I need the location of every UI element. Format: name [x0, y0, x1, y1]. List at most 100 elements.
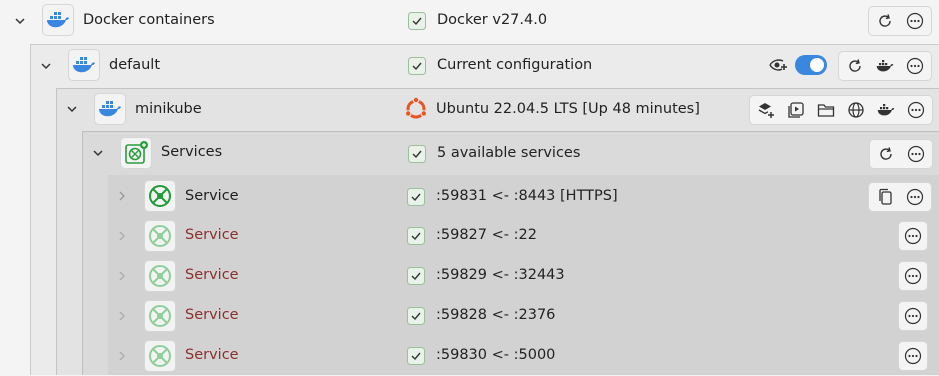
chevron-down-icon[interactable]	[39, 59, 53, 73]
more-icon	[906, 12, 924, 30]
refresh-icon	[849, 59, 861, 72]
minikube-label: minikube	[135, 101, 202, 117]
docker-containers-row[interactable]: Docker containers Docker v27.4.0	[0, 0, 939, 40]
chevron-right-icon[interactable]	[115, 269, 129, 283]
refresh-button[interactable]	[874, 142, 898, 166]
check-icon	[408, 145, 426, 163]
docker-whale-icon	[876, 60, 894, 72]
service-row[interactable]: Service :59828 <- :2376	[108, 296, 939, 336]
service-label: Service	[185, 267, 239, 283]
chevron-down-icon[interactable]	[65, 102, 79, 116]
more-icon	[907, 145, 925, 163]
kubernetes-service-icon	[144, 180, 176, 212]
more-button[interactable]	[904, 142, 928, 166]
service-row[interactable]: Service :59829 <- :32443	[108, 256, 939, 296]
check-icon	[408, 12, 426, 30]
chevron-right-icon[interactable]	[115, 309, 129, 323]
more-button[interactable]	[903, 9, 927, 33]
kubernetes-service-icon	[144, 340, 176, 372]
services-row[interactable]: Services 5 available services	[83, 132, 939, 172]
service-row[interactable]: Service :59831 <- :8443 [HTTPS]	[108, 176, 939, 216]
service-label: Service	[185, 307, 239, 323]
port-mapping-text: :59829 <- :32443	[436, 267, 565, 283]
refresh-icon	[879, 14, 891, 27]
play-button[interactable]	[784, 98, 808, 122]
port-mapping-text: :59830 <- :5000	[436, 347, 556, 363]
more-icon	[904, 347, 922, 365]
kubernetes-service-icon	[144, 260, 176, 292]
visibility-toggle-group	[769, 55, 827, 75]
docker-version-text: Docker v27.4.0	[437, 12, 548, 28]
refresh-button[interactable]	[873, 9, 897, 33]
service-actions	[898, 261, 928, 291]
docker-action-button[interactable]	[873, 54, 897, 78]
chevron-down-icon[interactable]	[91, 146, 105, 160]
docker-icon	[68, 49, 100, 81]
port-mapping-text: :59828 <- :2376	[436, 307, 556, 323]
service-label: Service	[185, 347, 239, 363]
current-configuration-text: Current configuration	[437, 57, 593, 73]
more-button[interactable]	[901, 224, 925, 248]
copy-button[interactable]	[873, 185, 897, 209]
check-icon	[407, 307, 425, 325]
chevron-right-icon[interactable]	[115, 189, 129, 203]
service-label: Service	[185, 188, 239, 204]
browser-button[interactable]	[844, 98, 868, 122]
refresh-icon	[880, 147, 892, 160]
ubuntu-status-text: Ubuntu 22.04.5 LTS [Up 48 minutes]	[436, 101, 700, 117]
kubernetes-service-icon	[144, 300, 176, 332]
play-stack-icon	[788, 102, 804, 118]
default-actions	[838, 51, 932, 81]
check-icon	[407, 347, 425, 365]
enabled-toggle[interactable]	[795, 55, 827, 75]
layers-add-icon	[758, 103, 774, 118]
eye-icon	[769, 59, 787, 71]
service-actions	[898, 341, 928, 371]
more-button[interactable]	[904, 98, 928, 122]
default-label: default	[109, 57, 161, 73]
service-row[interactable]: Service :59827 <- :22	[108, 216, 939, 256]
service-label: Service	[185, 227, 239, 243]
minikube-actions	[749, 95, 933, 125]
service-actions	[898, 221, 928, 251]
port-mapping-text: :59831 <- :8443 [HTTPS]	[436, 188, 618, 204]
chevron-right-icon[interactable]	[115, 349, 129, 363]
folder-icon	[817, 104, 835, 117]
more-button[interactable]	[901, 264, 925, 288]
more-icon	[906, 57, 924, 75]
kubernetes-service-icon	[144, 220, 176, 252]
more-button[interactable]	[903, 185, 927, 209]
docker-actions	[868, 6, 932, 36]
check-icon	[407, 267, 425, 285]
docker-containers-label: Docker containers	[83, 12, 215, 28]
service-list: Service :59831 <- :8443 [HTTPS] Service …	[108, 175, 939, 375]
more-button[interactable]	[901, 344, 925, 368]
services-icon	[120, 137, 152, 169]
refresh-button[interactable]	[843, 54, 867, 78]
docker-icon	[42, 4, 74, 36]
chevron-down-icon[interactable]	[13, 14, 27, 28]
layers-add-button[interactable]	[754, 98, 778, 122]
port-mapping-text: :59827 <- :22	[436, 227, 537, 243]
minikube-row[interactable]: minikube Ubuntu 22.04.5 LTS [Up 48 minut…	[57, 89, 939, 129]
docker-whale-icon	[877, 104, 895, 116]
more-icon	[904, 227, 922, 245]
copy-icon	[879, 188, 892, 205]
open-folder-button[interactable]	[814, 98, 838, 122]
chevron-right-icon[interactable]	[115, 229, 129, 243]
services-count-text: 5 available services	[437, 145, 581, 161]
more-icon	[904, 267, 922, 285]
more-icon	[906, 188, 924, 206]
ubuntu-icon	[404, 97, 428, 119]
check-icon	[408, 57, 426, 75]
more-button[interactable]	[903, 54, 927, 78]
globe-icon	[848, 102, 864, 118]
more-button[interactable]	[901, 304, 925, 328]
service-actions	[868, 182, 932, 212]
default-row[interactable]: default Current configuration	[31, 45, 939, 85]
more-icon	[904, 307, 922, 325]
docker-action-button[interactable]	[874, 98, 898, 122]
check-icon	[407, 227, 425, 245]
services-label: Services	[161, 144, 223, 160]
service-row[interactable]: Service :59830 <- :5000	[108, 336, 939, 376]
